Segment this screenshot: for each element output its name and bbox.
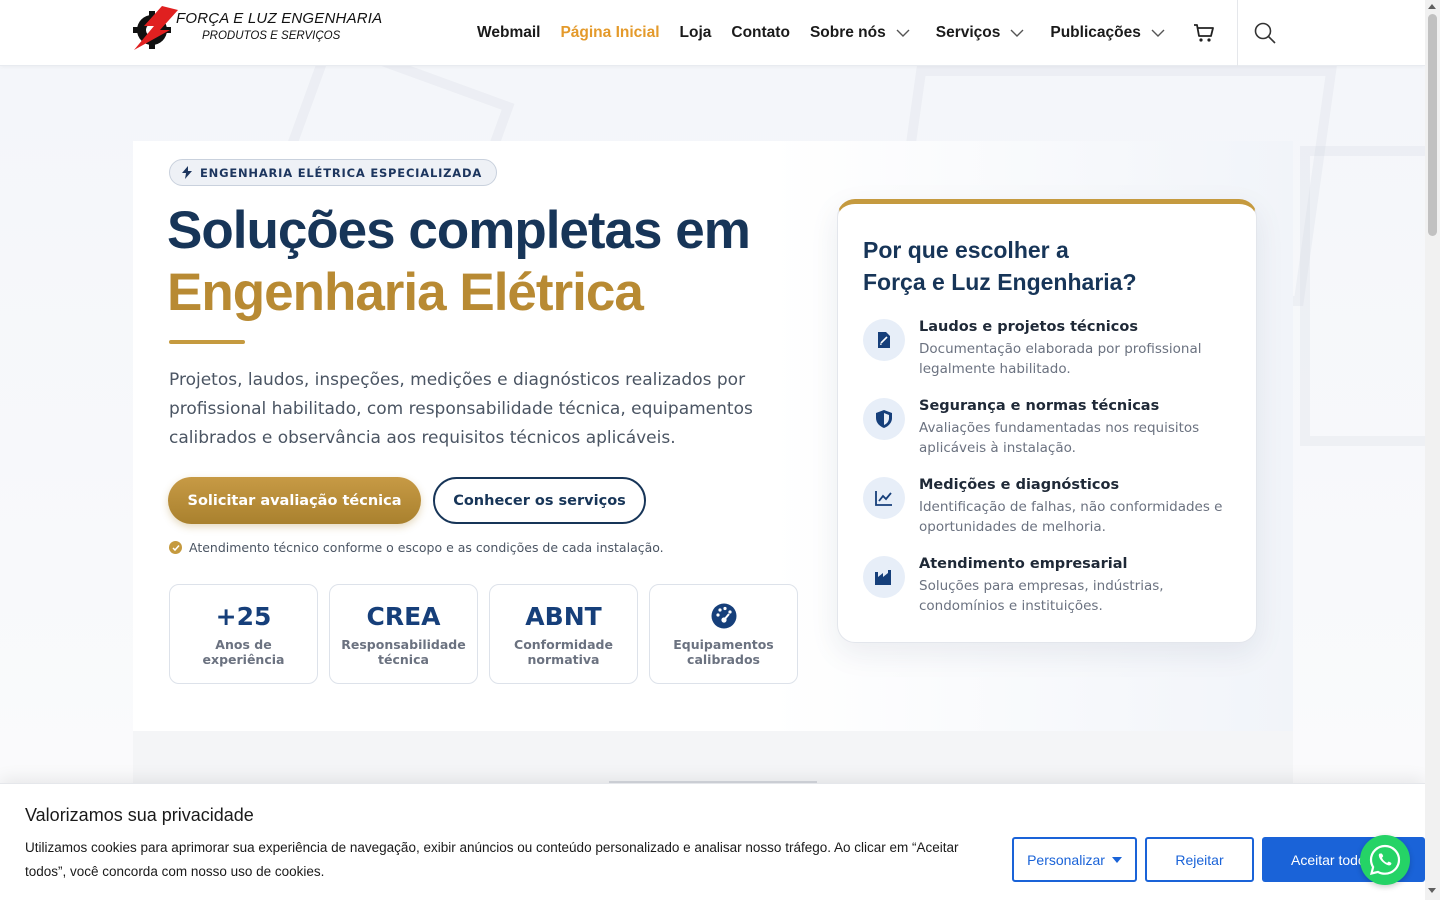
lightning-icon: [182, 166, 192, 179]
hero-description: Projetos, laudos, inspeções, medições e …: [169, 370, 753, 448]
chevron-down-icon: [896, 29, 910, 37]
why-choose-card: Por que escolher a Força e Luz Engenhari…: [837, 199, 1257, 643]
hero-badge: ENGENHARIA ELÉTRICA ESPECIALIZADA: [169, 159, 498, 186]
stats-row: +25 Anos de experiência CREA Responsabil…: [169, 584, 809, 684]
stat-value: +25: [215, 602, 272, 631]
cookie-customize-button[interactable]: Personalizar: [1012, 837, 1137, 882]
stat-value: CREA: [366, 602, 441, 631]
why-item-title: Medições e diagnósticos: [919, 477, 1120, 493]
nav-services[interactable]: Serviços: [936, 24, 1031, 42]
main-nav: Webmail Página Inicial Loja Contato Sobr…: [477, 0, 1191, 66]
scrollbar[interactable]: [1425, 0, 1440, 900]
request-evaluation-button[interactable]: Solicitar avaliação técnica: [168, 477, 421, 524]
check-circle-icon: [169, 541, 182, 554]
why-item-title: Atendimento empresarial: [919, 556, 1128, 572]
why-item-text: Avaliações fundamentadas nos requisitos …: [919, 420, 1200, 456]
title-underline: [169, 340, 245, 344]
logo-gear-icon: [133, 6, 178, 50]
logo-subtitle: PRODUTOS E SERVIÇOS: [202, 30, 341, 42]
why-item-text: Soluções para empresas, indústrias, cond…: [919, 578, 1164, 614]
why-item-title: Segurança e normas técnicas: [919, 398, 1160, 414]
nav-store[interactable]: Loja: [680, 24, 712, 42]
why-item-text: Identificação de falhas, não conformidad…: [919, 499, 1223, 535]
chevron-down-icon: [1151, 29, 1165, 37]
site-header: FORÇA E LUZ ENGENHARIA PRODUTOS E SERVIÇ…: [0, 0, 1425, 66]
logo[interactable]: FORÇA E LUZ ENGENHARIA PRODUTOS E SERVIÇ…: [132, 6, 382, 50]
why-title: Por que escolher a Força e Luz Engenhari…: [863, 234, 1203, 298]
hero-note-text: Atendimento técnico conforme o escopo e …: [189, 540, 664, 555]
logo-title: FORÇA E LUZ ENGENHARIA: [176, 10, 383, 27]
nav-publications[interactable]: Publicações: [1050, 24, 1170, 42]
header-divider: [1237, 0, 1238, 66]
factory-icon: [863, 556, 905, 598]
why-title-line1: Por que escolher a: [863, 237, 1069, 263]
stat-card: CREA Responsabilidade técnica: [329, 584, 478, 684]
stat-label: Conformidade normativa: [514, 637, 613, 667]
nav-publications-label: Publicações: [1050, 24, 1141, 41]
why-item-title: Laudos e projetos técnicos: [919, 319, 1138, 335]
nav-home[interactable]: Página Inicial: [560, 24, 659, 42]
stat-card: Equipamentos calibrados: [649, 584, 798, 684]
stat-label: Equipamentos calibrados: [673, 637, 774, 667]
why-title-line2: Força e Luz Engenharia?: [863, 269, 1137, 295]
nav-webmail[interactable]: Webmail: [477, 24, 540, 42]
whatsapp-icon[interactable]: [1360, 835, 1410, 885]
nav-services-label: Serviços: [935, 24, 1001, 41]
nav-about[interactable]: Sobre nós: [810, 24, 916, 42]
caret-down-icon: [1111, 856, 1122, 863]
view-services-button[interactable]: Conhecer os serviços: [433, 477, 646, 524]
document-edit-icon: [863, 319, 905, 361]
cart-icon[interactable]: [1193, 22, 1215, 44]
nav-contact[interactable]: Contato: [731, 24, 790, 42]
scroll-up-icon[interactable]: [1428, 4, 1436, 9]
cookie-customize-label: Personalizar: [1027, 851, 1105, 868]
chart-line-icon: [863, 477, 905, 519]
search-icon[interactable]: [1253, 21, 1277, 45]
stat-label: Responsabilidade técnica: [341, 637, 466, 667]
hero-title-line2: Engenharia Elétrica: [167, 263, 644, 322]
stat-card: +25 Anos de experiência: [169, 584, 318, 684]
stat-label: Anos de experiência: [202, 637, 285, 667]
stat-icon-wrap: [711, 603, 737, 633]
why-item-text: Documentação elaborada por profissional …: [919, 341, 1202, 377]
cookie-title: Valorizamos sua privacidade: [25, 805, 254, 825]
hero-title: Soluções completas em Engenharia Elétric…: [167, 200, 751, 324]
scroll-down-icon[interactable]: [1428, 888, 1436, 893]
cookie-text: Utilizamos cookies para aprimorar sua ex…: [25, 840, 959, 879]
stat-value: ABNT: [525, 602, 602, 631]
hero-note: Atendimento técnico conforme o escopo e …: [169, 540, 664, 555]
stat-card: ABNT Conformidade normativa: [489, 584, 638, 684]
shield-icon: [863, 398, 905, 440]
nav-about-label: Sobre nós: [809, 24, 886, 41]
chevron-down-icon: [1010, 29, 1024, 37]
scroll-thumb[interactable]: [1428, 14, 1437, 236]
cookie-reject-button[interactable]: Rejeitar: [1145, 837, 1254, 882]
gauge-icon: [711, 603, 736, 629]
hero-title-line1: Soluções completas em: [167, 201, 751, 260]
hero-badge-label: ENGENHARIA ELÉTRICA ESPECIALIZADA: [200, 165, 483, 180]
